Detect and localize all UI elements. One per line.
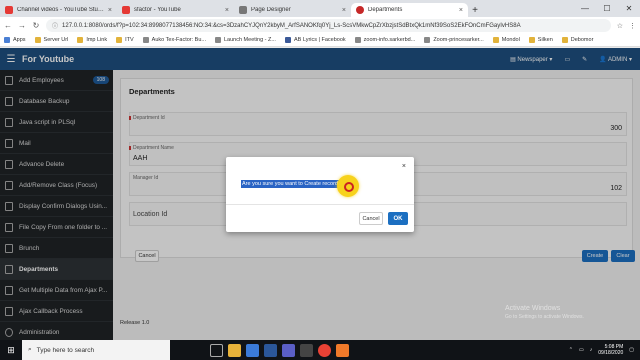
teams-icon[interactable]: [282, 343, 295, 357]
folder-icon: [116, 37, 123, 43]
system-tray: ⌃ ▭ ♪ 5:08 PM 09/18/2020 ▢: [569, 340, 634, 360]
apex-icon: [356, 6, 364, 14]
bookmark-item[interactable]: zoom-info.sarkerbd...: [354, 37, 415, 43]
tab-close-icon[interactable]: ×: [459, 7, 463, 14]
window-controls: — ☐ ✕: [574, 0, 640, 17]
browser-tab[interactable]: sfactor - YouTube ×: [117, 3, 234, 17]
menu-dots-icon[interactable]: ⋮: [629, 22, 636, 30]
page-icon: [214, 37, 221, 43]
page-icon: [142, 37, 149, 43]
app-icon[interactable]: [336, 343, 349, 357]
tab-label: sfactor - YouTube: [134, 7, 181, 13]
app-icon[interactable]: [300, 343, 313, 357]
info-icon[interactable]: ⓘ: [52, 21, 58, 30]
dialog-cancel-button[interactable]: Cancel: [359, 212, 383, 225]
back-icon[interactable]: ←: [4, 21, 12, 30]
bookmark-item[interactable]: Debomor: [561, 37, 593, 43]
reload-icon[interactable]: ↻: [32, 21, 40, 30]
bookmark-item[interactable]: Launch Meeting - Z...: [214, 37, 276, 43]
network-icon[interactable]: ▭: [579, 347, 584, 353]
browser-tab[interactable]: Channel videos - YouTube Studio ×: [0, 3, 117, 17]
folder-icon: [561, 37, 568, 43]
task-view-icon[interactable]: [210, 343, 223, 357]
tab-label: Page Designer: [251, 7, 291, 13]
word-icon[interactable]: [264, 343, 277, 357]
youtube-icon: [122, 6, 130, 14]
bookmark-item[interactable]: Server Url: [34, 37, 68, 43]
bookmark-apps[interactable]: Apps: [4, 37, 26, 43]
dialog-ok-button[interactable]: OK: [388, 212, 408, 225]
page-icon: [424, 37, 431, 43]
url-text: 127.0.0.1:8080/ords/f?p=102:34:899807713…: [62, 22, 521, 29]
tray-arrow-icon[interactable]: ⌃: [569, 347, 573, 353]
forward-icon[interactable]: →: [18, 21, 26, 30]
file-explorer-icon[interactable]: [228, 343, 241, 357]
folder-icon: [528, 37, 535, 43]
url-input[interactable]: ⓘ 127.0.0.1:8080/ords/f?p=102:34:89980771…: [46, 19, 611, 32]
bookmarks-bar: Apps Server Url Imp Link ITV Auko Tex-Fa…: [0, 34, 640, 47]
confirm-message: Are you sure you want to Create record?: [241, 180, 343, 188]
youtube-icon: [5, 6, 13, 14]
close-window-icon[interactable]: ✕: [618, 0, 640, 17]
bookmark-item[interactable]: Auko Tex-Factor: Bu...: [142, 37, 206, 43]
confirm-dialog: × Are you sure you want to Create record…: [226, 157, 414, 232]
browser-tab-strip: Channel videos - YouTube Studio × sfactor…: [0, 0, 640, 17]
browser-tab-active[interactable]: Departments ×: [351, 3, 468, 17]
apps-grid-icon: [4, 37, 10, 43]
maximize-icon[interactable]: ☐: [596, 0, 618, 17]
bookmark-item[interactable]: Imp Link: [77, 37, 107, 43]
folder-icon: [492, 37, 499, 43]
bookmark-item[interactable]: ITV: [116, 37, 134, 43]
folder-icon: [77, 37, 84, 43]
tab-label: Departments: [368, 7, 403, 13]
address-bar-row: ← → ↻ ⓘ 127.0.0.1:8080/ords/f?p=102:34:89…: [0, 17, 640, 34]
new-tab-button[interactable]: +: [468, 3, 482, 17]
browser-tab[interactable]: Page Designer ×: [234, 3, 351, 17]
bookmark-item[interactable]: Zoom-princesarker...: [424, 37, 484, 43]
bookmark-item[interactable]: AB Lyrics | Facebook: [284, 37, 346, 43]
taskbar-search[interactable]: ⌕ Type here to search: [22, 340, 170, 360]
clock[interactable]: 5:08 PM 09/18/2020: [598, 344, 623, 356]
taskbar: ⊞ ⌕ Type here to search ⌃ ▭ ♪ 5:08 PM 09/…: [0, 340, 640, 360]
tab-close-icon[interactable]: ×: [108, 7, 112, 14]
volume-icon[interactable]: ♪: [590, 347, 593, 353]
page-icon: [239, 6, 247, 14]
tab-close-icon[interactable]: ×: [225, 7, 229, 14]
bookmark-item[interactable]: Silken: [528, 37, 553, 43]
close-icon[interactable]: ×: [402, 163, 406, 170]
chrome-icon[interactable]: [318, 343, 331, 357]
notification-icon[interactable]: ▢: [629, 347, 634, 353]
page-icon: [354, 37, 361, 43]
dialog-divider: [226, 204, 414, 205]
tab-label: Channel videos - YouTube Studio: [17, 7, 104, 13]
tab-close-icon[interactable]: ×: [342, 7, 346, 14]
cursor-highlight-icon: [337, 175, 359, 197]
facebook-icon: [284, 37, 291, 43]
folder-icon: [34, 37, 41, 43]
minimize-icon[interactable]: —: [574, 0, 596, 17]
star-icon[interactable]: ☆: [617, 22, 623, 30]
activate-windows-watermark: Activate Windows Go to Settings to activ…: [505, 305, 584, 320]
store-icon[interactable]: [246, 343, 259, 357]
search-icon: ⌕: [28, 346, 32, 353]
taskbar-apps: [210, 343, 349, 357]
bookmark-item[interactable]: Mondol: [492, 37, 520, 43]
windows-start-icon[interactable]: ⊞: [0, 345, 22, 356]
